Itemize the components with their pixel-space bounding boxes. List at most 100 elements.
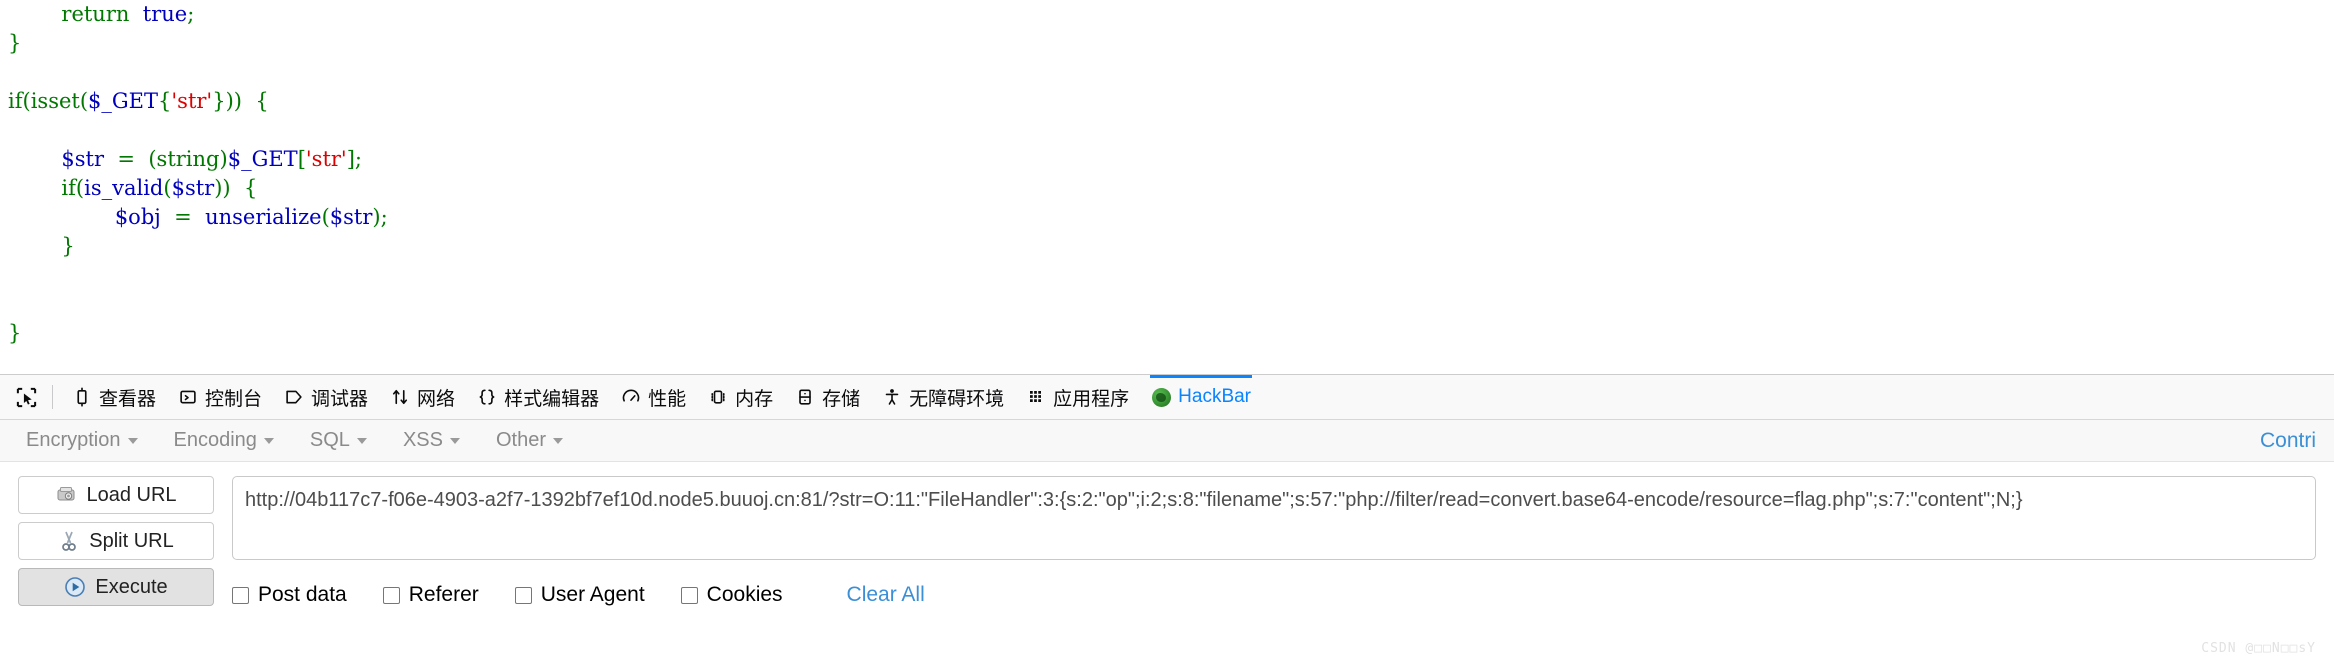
checkbox-box[interactable] [232, 586, 249, 604]
hackbar-panel: Encryption Encoding SQL XSS Other Contribute… [0, 420, 2334, 662]
split-url-button[interactable]: Split URL [18, 522, 214, 560]
checkbox-label: Cookies [706, 583, 783, 606]
style-editor-icon [477, 387, 497, 407]
devtools-panel: 查看器 控制台 调试器 网络 样式编辑器 性能 内存 存储 无障碍环境 应用程序 HackBar E… [0, 374, 2334, 662]
checkbox-box[interactable] [382, 586, 400, 604]
devtools-tab-label: 内存 [735, 388, 774, 410]
devtools-tab-label: 无障碍环境 [909, 388, 1005, 410]
result-section: [Result]: PD9waHAgJGZsYWc9J2ZsYWd7ODViOD… [0, 348, 2334, 374]
memory-icon [708, 387, 728, 407]
code-token: = [117, 147, 135, 171]
code-token: ( [135, 147, 157, 171]
code-token: { [241, 89, 269, 113]
devtools-tab-console[interactable]: 控制台 [167, 375, 273, 419]
devtools-tab-label: 应用程序 [1053, 388, 1130, 410]
devtools-tab-storage[interactable]: 存储 [784, 375, 871, 419]
hackbar-menu-label: SQL [309, 429, 350, 451]
code-token: string [156, 147, 220, 171]
hackbar-menu-items: Encryption Encoding SQL XSS Other [26, 429, 599, 452]
code-token: unserialize [205, 205, 322, 229]
code-line: } [8, 29, 2334, 58]
code-token: true [142, 2, 188, 26]
code-token: isset [30, 89, 80, 113]
chevron-down-icon [127, 437, 138, 444]
clear-all-link[interactable]: Clear All [847, 583, 925, 607]
devtools-tab-label: 网络 [417, 388, 456, 410]
code-line: if(is_valid($str)) { [8, 174, 2334, 203]
checkbox-referer[interactable]: Referer [382, 583, 479, 607]
hackbar-menubar: Encryption Encoding SQL XSS Other Contribute [0, 420, 2334, 462]
devtools-tab-memory[interactable]: 内存 [697, 375, 784, 419]
checkbox-cookies[interactable]: Cookies [680, 583, 783, 607]
code-token: ; [187, 2, 195, 26]
devtools-tabbar: 查看器 控制台 调试器 网络 样式编辑器 性能 内存 存储 无障碍环境 应用程序 HackBar [0, 375, 2334, 420]
devtools-tab-debugger[interactable]: 调试器 [273, 375, 379, 419]
hackbar-menu-label: Encryption [26, 429, 121, 451]
code-token: } [8, 321, 22, 345]
devtools-tab-performance[interactable]: 性能 [610, 375, 697, 419]
code-token: { [230, 176, 258, 200]
execute-button[interactable]: Execute [18, 568, 214, 606]
inspector-icon [72, 387, 92, 407]
code-line: if(isset($_GET{'str'})) { [8, 87, 2334, 116]
code-line: } [8, 232, 2334, 261]
devtools-tab-list: 查看器 控制台 调试器 网络 样式编辑器 性能 内存 存储 无障碍环境 应用程序 HackBar [61, 375, 1262, 419]
code-token: is_valid [84, 176, 164, 200]
code-token: $obj [114, 205, 161, 229]
chevron-down-icon [449, 437, 460, 444]
devtools-tab-label: HackBar [1178, 386, 1252, 407]
code-line: } [8, 319, 2334, 348]
code-token: 'str' [305, 147, 347, 171]
hackbar-menu-encryption[interactable]: Encryption [26, 429, 138, 452]
chevron-down-icon [553, 437, 563, 444]
application-icon [1026, 387, 1046, 407]
load-url-button[interactable]: Load URL [18, 476, 214, 514]
code-token: = [174, 205, 192, 229]
url-input[interactable] [232, 476, 2316, 560]
code-token: $str [329, 205, 373, 229]
hackbar-menu-other[interactable]: Other [496, 429, 563, 452]
browser-page-content: return true;} if(isset($_GET{'str'})) { … [0, 0, 2334, 374]
hackbar-menu-sql[interactable]: SQL [310, 429, 367, 452]
checkbox-post-data[interactable]: Post data [232, 583, 347, 607]
checkbox-box[interactable] [514, 586, 532, 604]
code-token: ) [372, 205, 381, 229]
element-picker-icon[interactable] [6, 378, 46, 416]
console-icon [178, 387, 198, 407]
button-label: Execute [95, 575, 168, 598]
devtools-tab-accessibility[interactable]: 无障碍环境 [871, 375, 1015, 419]
devtools-tab-network[interactable]: 网络 [379, 375, 466, 419]
code-token: } [8, 31, 22, 55]
code-token: if [61, 176, 76, 200]
button-label: Split URL [89, 529, 174, 552]
network-icon [390, 387, 410, 407]
code-line: $str = (string)$_GET['str']; [8, 145, 2334, 174]
devtools-tab-style-editor[interactable]: 样式编辑器 [466, 375, 610, 419]
hackbar-menu-encoding[interactable]: Encoding [174, 429, 274, 452]
csdn-watermark: CSDN @□□N□□sY [2201, 641, 2316, 656]
hackbar-icon [1151, 387, 1171, 407]
code-token: } [61, 234, 75, 258]
hackbar-menu-xss[interactable]: XSS [403, 429, 460, 452]
devtools-tab-application[interactable]: 应用程序 [1015, 375, 1140, 419]
code-token: [ [297, 147, 306, 171]
devtools-tab-inspector[interactable]: 查看器 [61, 375, 167, 419]
checkbox-box[interactable] [680, 586, 698, 604]
contribute-link[interactable]: Contribute [2260, 429, 2316, 453]
code-token: ( [321, 205, 330, 229]
devtools-tab-label: 存储 [822, 388, 861, 410]
storage-icon [795, 387, 815, 407]
checkbox-label: User Agent [540, 583, 645, 606]
chevron-down-icon [263, 437, 274, 444]
code-token: } [212, 89, 226, 113]
checkbox-user-agent[interactable]: User Agent [514, 583, 645, 607]
code-token: ] [346, 147, 355, 171]
devtools-tab-hackbar[interactable]: HackBar [1140, 375, 1262, 419]
